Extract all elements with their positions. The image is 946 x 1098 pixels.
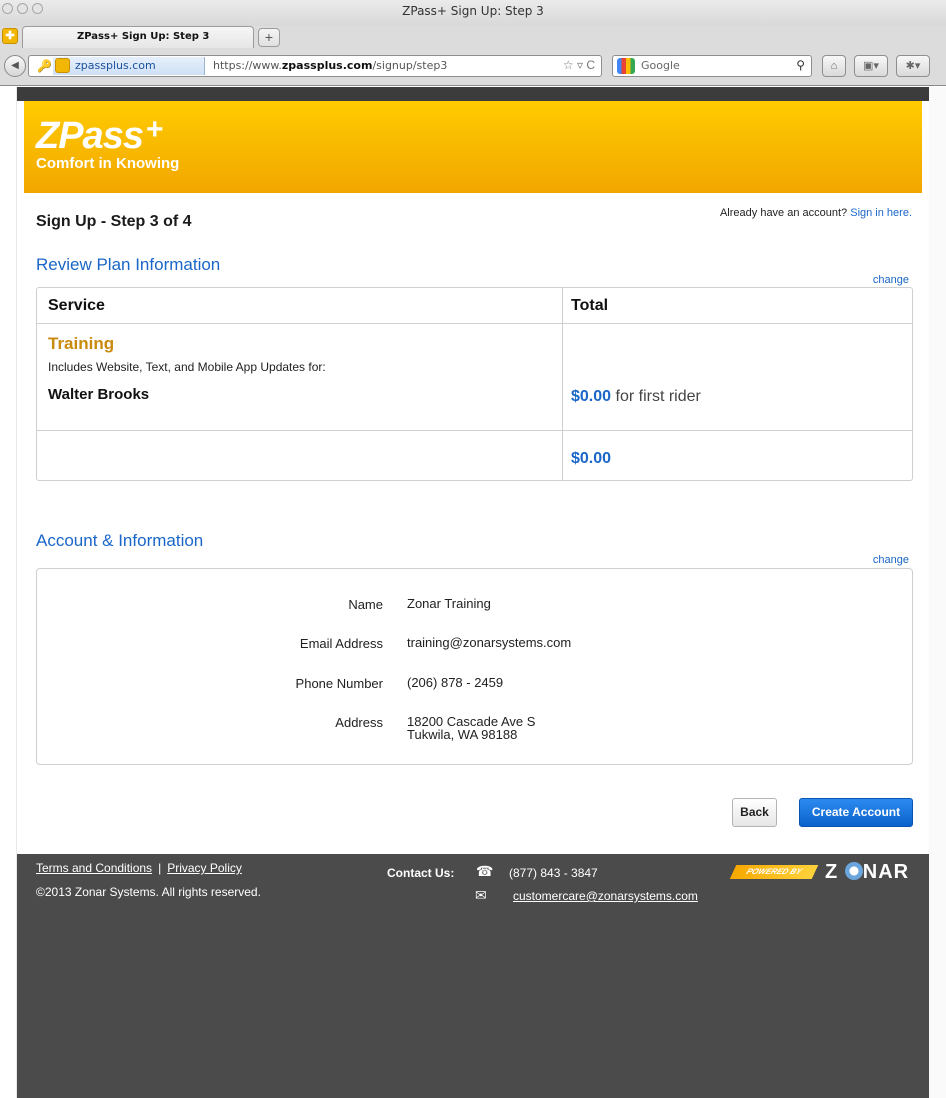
- new-tab-button[interactable]: +: [258, 28, 280, 47]
- addon-button[interactable]: ✱▾: [896, 55, 930, 77]
- window-titlebar: ZPass+ Sign Up: Step 3: [0, 0, 946, 26]
- rider-price-amount: $0.00: [571, 388, 612, 405]
- left-margin: [0, 87, 17, 1098]
- tab-group-icon[interactable]: ✚: [2, 28, 18, 44]
- brand-nar: NAR: [862, 861, 910, 883]
- addon-icon: ✱▾: [905, 60, 921, 72]
- powered-by-zonar-logo[interactable]: POWERED BY Z NAR: [729, 861, 923, 884]
- col-service: Service: [48, 297, 105, 314]
- field-label: Address: [335, 715, 383, 730]
- field-label: Phone Number: [295, 676, 383, 691]
- mail-icon: ✉: [475, 887, 487, 903]
- field-value: 18200 Cascade Ave S Tukwila, WA 98188: [407, 715, 535, 741]
- footer-separator: |: [158, 861, 162, 875]
- home-button[interactable]: ⌂: [822, 55, 846, 77]
- terms-link[interactable]: Terms and Conditions: [36, 861, 152, 875]
- back-button[interactable]: ◀: [4, 55, 26, 77]
- top-strip: [17, 87, 929, 101]
- url-domain: zpassplus.com: [281, 59, 373, 72]
- page-title: Sign Up - Step 3 of 4: [36, 213, 192, 230]
- zpass-logo[interactable]: ZPass + Comfort in Knowing: [36, 113, 180, 172]
- page-content: ZPass + Comfort in Knowing Sign Up - Ste…: [17, 87, 929, 1098]
- key-icon: 🔑: [37, 59, 52, 73]
- plan-row: Training Includes Website, Text, and Mob…: [37, 324, 912, 431]
- back-button-page[interactable]: Back: [732, 798, 777, 827]
- search-engine-label: Google: [641, 59, 680, 72]
- site-header: ZPass + Comfort in Knowing: [24, 101, 922, 193]
- search-bar[interactable]: Google ⚲: [612, 55, 812, 77]
- window-title: ZPass+ Sign Up: Step 3: [402, 4, 544, 18]
- navigation-bar: ◀ 🔑 zpassplus.com https://www.zpassplus.…: [0, 48, 946, 84]
- tab-active[interactable]: ZPass+ Sign Up: Step 3: [22, 26, 254, 48]
- zonar-globe-icon: [844, 862, 863, 880]
- site-identity-label: zpassplus.com: [75, 59, 156, 72]
- contact-email-link[interactable]: customercare@zonarsystems.com: [513, 889, 698, 903]
- signin-text: Already have an account?: [719, 207, 848, 219]
- rider-name: Walter Brooks: [48, 386, 150, 403]
- google-icon[interactable]: [617, 58, 635, 74]
- col-total: Total: [571, 297, 609, 314]
- privacy-link[interactable]: Privacy Policy: [167, 861, 242, 875]
- contact-label: Contact Us:: [387, 866, 455, 880]
- field-value: training@zonarsystems.com: [407, 635, 572, 650]
- field-label: Name: [348, 597, 383, 612]
- tab-bar: ✚ ZPass+ Sign Up: Step 3 +: [0, 26, 946, 48]
- plan-description: Includes Website, Text, and Mobile App U…: [48, 360, 326, 374]
- account-info-heading: Account & Information: [36, 531, 204, 550]
- browser-chrome: ZPass+ Sign Up: Step 3 ✚ ZPass+ Sign Up:…: [0, 0, 946, 86]
- column-divider: [562, 288, 563, 480]
- phone-icon: ☎: [476, 863, 494, 879]
- copyright: ©2013 Zonar Systems. All rights reserved…: [36, 885, 261, 899]
- plan-table-header: Service Total: [37, 288, 912, 324]
- bookmark-button[interactable]: ▣▾: [854, 55, 888, 77]
- signin-prompt: Already have an account? Sign in here.: [720, 207, 912, 219]
- powered-by-label: POWERED BY: [729, 865, 819, 879]
- plan-table: Service Total Training Includes Website,…: [36, 287, 913, 481]
- url-text: https://www.zpassplus.com/signup/step3: [213, 59, 447, 72]
- footer-links: Terms and Conditions | Privacy Policy: [36, 861, 242, 875]
- star-reload-icons[interactable]: ☆ ▿ C: [563, 58, 595, 72]
- field-value: (206) 878 - 2459: [407, 675, 504, 690]
- favicon: [55, 58, 70, 73]
- brand-z: Z: [825, 861, 839, 883]
- url-path: /signup/step3: [372, 59, 448, 72]
- plan-name: Training: [48, 334, 115, 353]
- back-arrow-icon: ◀: [11, 60, 19, 71]
- address-bar[interactable]: 🔑 zpassplus.com https://www.zpassplus.co…: [28, 55, 602, 77]
- field-value: Zonar Training: [407, 596, 491, 611]
- tab-label: ZPass+ Sign Up: Step 3: [77, 31, 210, 42]
- plan-total: $0.00: [571, 450, 612, 467]
- url-prefix: https://www.: [213, 59, 282, 72]
- field-label: Email Address: [299, 636, 383, 651]
- site-identity-button[interactable]: zpassplus.com: [53, 57, 205, 75]
- signin-link[interactable]: Sign in here.: [850, 207, 912, 219]
- search-icon[interactable]: ⚲: [796, 58, 805, 72]
- review-plan-heading: Review Plan Information: [36, 255, 221, 274]
- contact-phone: (877) 843 - 3847: [509, 866, 598, 880]
- rider-price-suffix: for first rider: [615, 388, 701, 405]
- create-account-button[interactable]: Create Account: [799, 798, 913, 827]
- logo-tagline: Comfort in Knowing: [36, 155, 180, 172]
- rider-price: $0.00 for first rider: [571, 388, 701, 406]
- logo-plus-icon: +: [146, 113, 164, 146]
- change-account-link[interactable]: change: [873, 554, 909, 566]
- bookmark-icon: ▣▾: [863, 60, 879, 72]
- change-plan-link[interactable]: change: [873, 274, 909, 286]
- right-margin: [929, 87, 946, 1098]
- address-line-2: Tukwila, WA 98188: [407, 727, 518, 742]
- zonar-brand: Z NAR: [825, 861, 909, 884]
- home-icon: ⌂: [830, 60, 838, 72]
- account-info-panel: Name Zonar Training Email Address traini…: [36, 568, 913, 765]
- site-footer: Terms and Conditions | Privacy Policy ©201…: [17, 854, 929, 1098]
